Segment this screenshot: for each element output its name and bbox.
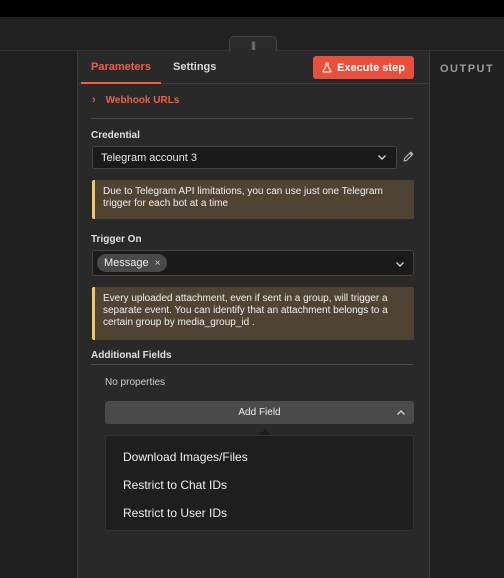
input-panel — [0, 51, 78, 578]
chevron-right-icon: › — [92, 94, 96, 106]
panel-tabs: Parameters Settings Execute step — [78, 51, 429, 84]
flask-icon — [322, 62, 332, 73]
chevron-down-icon — [396, 262, 404, 267]
webhook-urls-label: Webhook URLs — [105, 95, 180, 106]
section-divider — [91, 118, 414, 119]
section-divider — [91, 364, 414, 365]
execute-step-label: Execute step — [337, 61, 405, 74]
tab-settings[interactable]: Settings — [173, 61, 216, 73]
credential-label: Credential — [91, 130, 140, 141]
chevron-up-icon — [397, 410, 405, 415]
trigger-on-select[interactable]: Message × — [92, 250, 414, 276]
active-tab-indicator — [81, 82, 161, 84]
option-restrict-user-ids[interactable]: Restrict to User IDs — [106, 499, 413, 527]
attachments-notice: Every uploaded attachment, even if sent … — [92, 287, 414, 340]
output-label: OUTPUT — [440, 63, 495, 75]
add-field-dropdown: Download Images/Files Restrict to Chat I… — [105, 435, 414, 531]
option-download-images[interactable]: Download Images/Files — [106, 443, 413, 471]
credential-select[interactable]: Telegram account 3 — [92, 146, 397, 169]
no-properties-text: No properties — [105, 377, 166, 388]
grip-icon: ||| — [250, 40, 256, 50]
close-icon[interactable]: × — [155, 258, 161, 269]
tab-parameters[interactable]: Parameters — [91, 61, 151, 73]
option-restrict-chat-ids[interactable]: Restrict to Chat IDs — [106, 471, 413, 499]
bot-limit-notice: Due to Telegram API limitations, you can… — [92, 180, 414, 219]
add-field-label: Add Field — [238, 407, 281, 418]
execute-step-button[interactable]: Execute step — [313, 56, 414, 79]
credential-value: Telegram account 3 — [101, 151, 197, 164]
chevron-down-icon — [378, 155, 386, 160]
chip-label: Message — [104, 257, 149, 269]
chip-message: Message × — [97, 254, 168, 272]
add-field-button[interactable]: Add Field — [105, 401, 414, 424]
additional-fields-label: Additional Fields — [91, 350, 172, 361]
trigger-on-label: Trigger On — [91, 234, 142, 245]
output-panel: OUTPUT — [429, 51, 504, 578]
top-bar — [0, 0, 504, 17]
pencil-icon[interactable] — [401, 150, 415, 164]
webhook-urls-toggle[interactable]: › Webhook URLs — [92, 94, 179, 106]
node-parameters-panel: Parameters Settings Execute step › Webhoo… — [78, 51, 429, 578]
